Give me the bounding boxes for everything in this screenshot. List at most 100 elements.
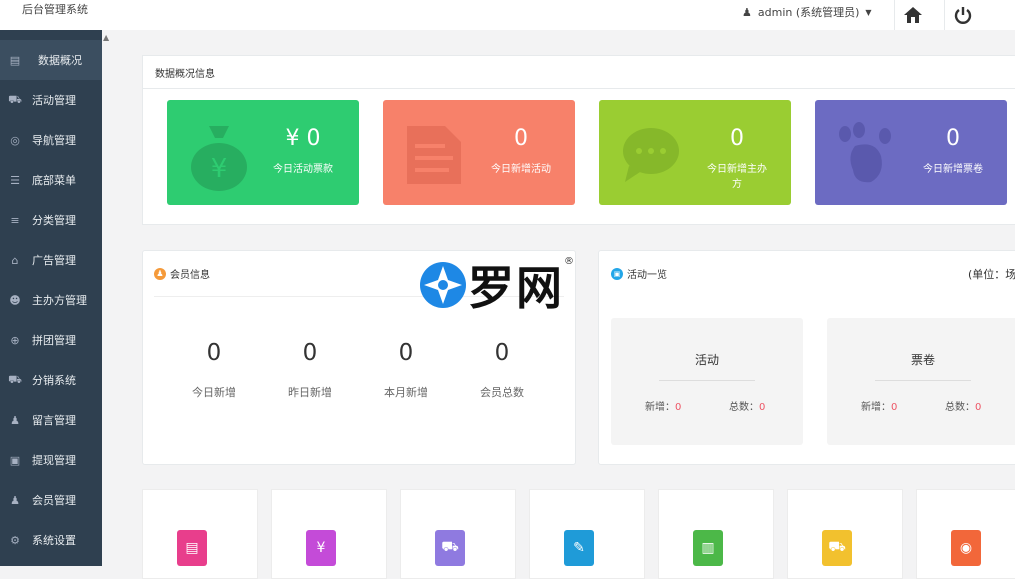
member-title: ♟ 会员信息: [154, 266, 210, 281]
activity-title: ▣ 活动一览: [611, 266, 667, 281]
activity-title-label: 活动一览: [627, 270, 667, 281]
ticket-box: 票卷 新增：0 总数：0: [827, 318, 1015, 445]
value: 0: [891, 402, 898, 413]
divider: [875, 380, 971, 381]
member-stat-label: 会员总数: [480, 386, 524, 399]
sidebar-item[interactable]: ♟ 会员管理: [0, 480, 102, 520]
member-stat-label: 今日新增: [192, 386, 236, 399]
ticket-total: 总数：0: [945, 398, 981, 413]
money-icon: ▣: [9, 453, 21, 467]
divider: [659, 380, 755, 381]
sidebar-item-label: 拼团管理: [32, 334, 76, 347]
member-stat-value: 0: [398, 340, 414, 366]
truck-icon: ⛟: [435, 530, 465, 566]
user-icon: ♟: [742, 5, 752, 19]
member-stat-value: 0: [302, 340, 318, 366]
sidebar-item-label: 系统设置: [32, 534, 76, 547]
sidebar-item[interactable]: ≡ 分类管理: [0, 200, 102, 240]
notebook-icon: ▥: [693, 530, 723, 566]
card-value: 0: [514, 126, 528, 151]
power-icon: [954, 7, 971, 24]
sidebar-item-label: 活动管理: [32, 94, 76, 107]
calendar-icon: ▣: [611, 267, 623, 280]
activity-box: 活动 新增：0 总数：0: [611, 318, 803, 445]
sidebar-item[interactable]: ⊕ 拼团管理: [0, 320, 102, 360]
group-icon: ⊕: [10, 333, 20, 347]
card-label: 今日新增票卷: [923, 164, 983, 175]
money-bag-icon: ¥: [306, 530, 336, 566]
sidebar-item-label: 分销系统: [32, 374, 76, 387]
stat-card-new-activity: 0 今日新增活动: [383, 100, 575, 205]
watermark-text: 罗网: [468, 261, 564, 315]
home-icon: [903, 7, 922, 23]
activity-new: 新增：0: [645, 398, 681, 413]
top-bar: 后台管理系统 ♟ admin (系统管理员) ▼: [0, 0, 1015, 30]
label: 总数：: [729, 402, 759, 413]
divider: [143, 88, 1015, 89]
users-icon: ☻: [9, 293, 21, 307]
member-stat-value: 0: [206, 340, 222, 366]
cart-icon: ⛟: [8, 92, 22, 106]
user-icon: ♟: [10, 493, 20, 507]
value: 0: [759, 402, 766, 413]
sidebar-item[interactable]: ⛟ 分销系统: [0, 360, 102, 400]
gear-icon: ⚙: [10, 533, 20, 547]
value: 0: [975, 402, 982, 413]
sidebar-item-label: 数据概况: [38, 54, 82, 67]
member-stat-label: 昨日新增: [288, 386, 332, 399]
menu-icon: ☰: [10, 173, 20, 187]
label: 新增：: [861, 402, 891, 413]
user-menu[interactable]: ♟ admin (系统管理员) ▼: [742, 4, 872, 20]
scroll-up-icon[interactable]: ▲: [103, 33, 109, 42]
logout-button[interactable]: [944, 0, 980, 30]
member-title-label: 会员信息: [170, 270, 210, 281]
sidebar-item-label: 主办方管理: [32, 294, 87, 307]
home-button[interactable]: [894, 0, 930, 30]
sidebar-item[interactable]: ⚙ 系统设置: [0, 520, 102, 560]
compass-icon: ◎: [10, 133, 20, 147]
stat-card-ticket-income: ¥ ¥ 0 今日活动票款: [167, 100, 359, 205]
sidebar-item-label: 广告管理: [32, 254, 76, 267]
sidebar-item[interactable]: ♟ 留言管理: [0, 400, 102, 440]
app-title: 后台管理系统: [22, 3, 88, 16]
sidebar-item-label: 提现管理: [32, 454, 76, 467]
coin-icon: ◉: [951, 530, 981, 566]
label: 新增：: [645, 402, 675, 413]
activity-total: 总数：0: [729, 398, 765, 413]
sidebar-item[interactable]: ⌂ 广告管理: [0, 240, 102, 280]
member-info-icon: ♟: [154, 267, 166, 280]
sidebar-item[interactable]: ⛟ 活动管理: [0, 80, 102, 120]
card-label: 今日活动票款: [273, 164, 333, 175]
sidebar-item-label: 会员管理: [32, 494, 76, 507]
document-icon: [407, 126, 461, 184]
svg-text:¥: ¥: [211, 154, 228, 184]
clipboard-icon: ✎: [564, 530, 594, 566]
sidebar-item[interactable]: ☻ 主办方管理: [0, 280, 102, 320]
card-label: 今日新增活动: [491, 164, 551, 175]
gift-icon: ⌂: [11, 253, 19, 267]
user-icon: ♟: [10, 413, 20, 427]
cart-icon: ⛟: [822, 530, 852, 566]
sidebar-item-label: 底部菜单: [32, 174, 76, 187]
sidebar: ▤ 数据概况 ⛟ 活动管理 ◎ 导航管理 ☰ 底部菜单 ≡ 分类管理 ⌂ 广告管理 ☻ 主办方管理 ⊕ 拼团管…: [0, 30, 102, 566]
label: 总数：: [945, 402, 975, 413]
card-value: 0: [730, 126, 744, 151]
list-icon: ≡: [10, 213, 20, 227]
stat-card-new-organizer: 0 今日新增主办方: [599, 100, 791, 205]
ticket-new: 新增：0: [861, 398, 897, 413]
sidebar-item[interactable]: ▣ 提现管理: [0, 440, 102, 480]
money-bag-icon: ¥: [191, 126, 247, 191]
watermark: 罗网 ®: [418, 252, 574, 318]
sidebar-item[interactable]: ☰ 底部菜单: [0, 160, 102, 200]
activity-box-title: 活动: [694, 353, 719, 367]
sidebar-item[interactable]: ▤ 数据概况: [0, 40, 102, 80]
paw-icon: [839, 122, 891, 183]
card-value: 0: [946, 126, 960, 151]
member-stat-label: 本月新增: [384, 386, 428, 399]
sidebar-item-label: 留言管理: [32, 414, 76, 427]
sidebar-item[interactable]: ◎ 导航管理: [0, 120, 102, 160]
card-value: ¥ 0: [285, 126, 321, 151]
document-icon: ▤: [177, 530, 207, 566]
value: 0: [675, 402, 682, 413]
chat-icon: [623, 128, 679, 182]
